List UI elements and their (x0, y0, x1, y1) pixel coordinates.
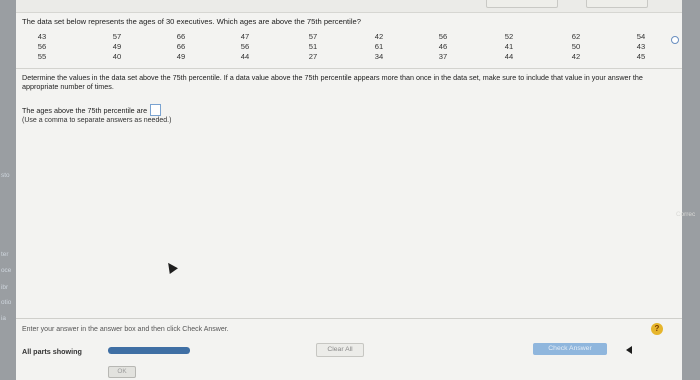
answer-input[interactable] (150, 104, 162, 116)
data-cell: 61 (374, 42, 384, 51)
data-cell: 43 (37, 32, 47, 41)
divider (16, 318, 682, 319)
toolbar-button[interactable] (586, 0, 648, 8)
check-answer-button[interactable]: Check Answer (533, 343, 607, 355)
data-cell: 62 (571, 32, 581, 41)
clear-all-button[interactable]: Clear All (316, 343, 364, 357)
data-cell: 46 (438, 42, 448, 51)
data-cell: 42 (374, 32, 384, 41)
progress-bar (108, 347, 190, 354)
data-cell: 42 (571, 52, 581, 61)
side-label-left: ibr (1, 284, 9, 291)
data-cell: 54 (636, 32, 646, 41)
side-label-right: Correc (676, 211, 696, 218)
divider (16, 68, 682, 69)
data-cell: 34 (374, 52, 384, 61)
data-cell: 45 (636, 52, 646, 61)
data-cell: 55 (37, 52, 47, 61)
question-text: The data set below represents the ages o… (22, 17, 361, 26)
data-cell: 49 (112, 42, 122, 51)
answer-line: The ages above the 75th percentile are (22, 104, 162, 116)
instructions-text: Determine the values in the data set abo… (22, 73, 643, 91)
data-cell: 40 (112, 52, 122, 61)
answer-label: The ages above the 75th percentile are (22, 105, 148, 115)
progress-fill (108, 347, 190, 354)
side-label-left: otio (1, 299, 12, 306)
data-cell: 56 (240, 42, 250, 51)
data-cell: 66 (176, 42, 186, 51)
data-cell: 47 (240, 32, 250, 41)
data-cell: 43 (636, 42, 646, 51)
parts-showing-label: All parts showing (22, 347, 82, 356)
status-message: Enter your answer in the answer box and … (22, 326, 229, 333)
answer-hint: (Use a comma to separate answers as need… (22, 117, 172, 124)
data-cell: 66 (176, 32, 186, 41)
data-cell: 56 (37, 42, 47, 51)
ok-button[interactable]: OK (108, 366, 136, 378)
data-cell: 27 (308, 52, 318, 61)
data-cell: 44 (504, 52, 514, 61)
data-cell: 57 (308, 32, 318, 41)
data-cell: 37 (438, 52, 448, 61)
expand-data-icon[interactable] (671, 36, 679, 44)
help-icon[interactable]: ? (651, 323, 663, 335)
data-cell: 52 (504, 32, 514, 41)
data-table: 43 57 66 47 57 42 56 52 62 54 56 49 66 56 51 61 46 41 50 43… (16, 30, 682, 66)
toolbar-button[interactable] (486, 0, 558, 8)
side-label-left: oce (1, 267, 12, 274)
data-cell: 51 (308, 42, 318, 51)
side-label-left: ter (1, 251, 9, 258)
mouse-cursor-icon (164, 260, 178, 274)
question-panel: The data set below represents the ages o… (16, 0, 682, 380)
data-cell: 56 (438, 32, 448, 41)
top-toolbar-strip (16, 0, 682, 13)
data-cell: 44 (240, 52, 250, 61)
data-cell: 41 (504, 42, 514, 51)
side-label-left: ia (1, 315, 6, 322)
previous-arrow-icon[interactable] (626, 346, 632, 354)
side-label-left: sto (1, 172, 10, 179)
data-cell: 49 (176, 52, 186, 61)
data-cell: 50 (571, 42, 581, 51)
data-cell: 57 (112, 32, 122, 41)
